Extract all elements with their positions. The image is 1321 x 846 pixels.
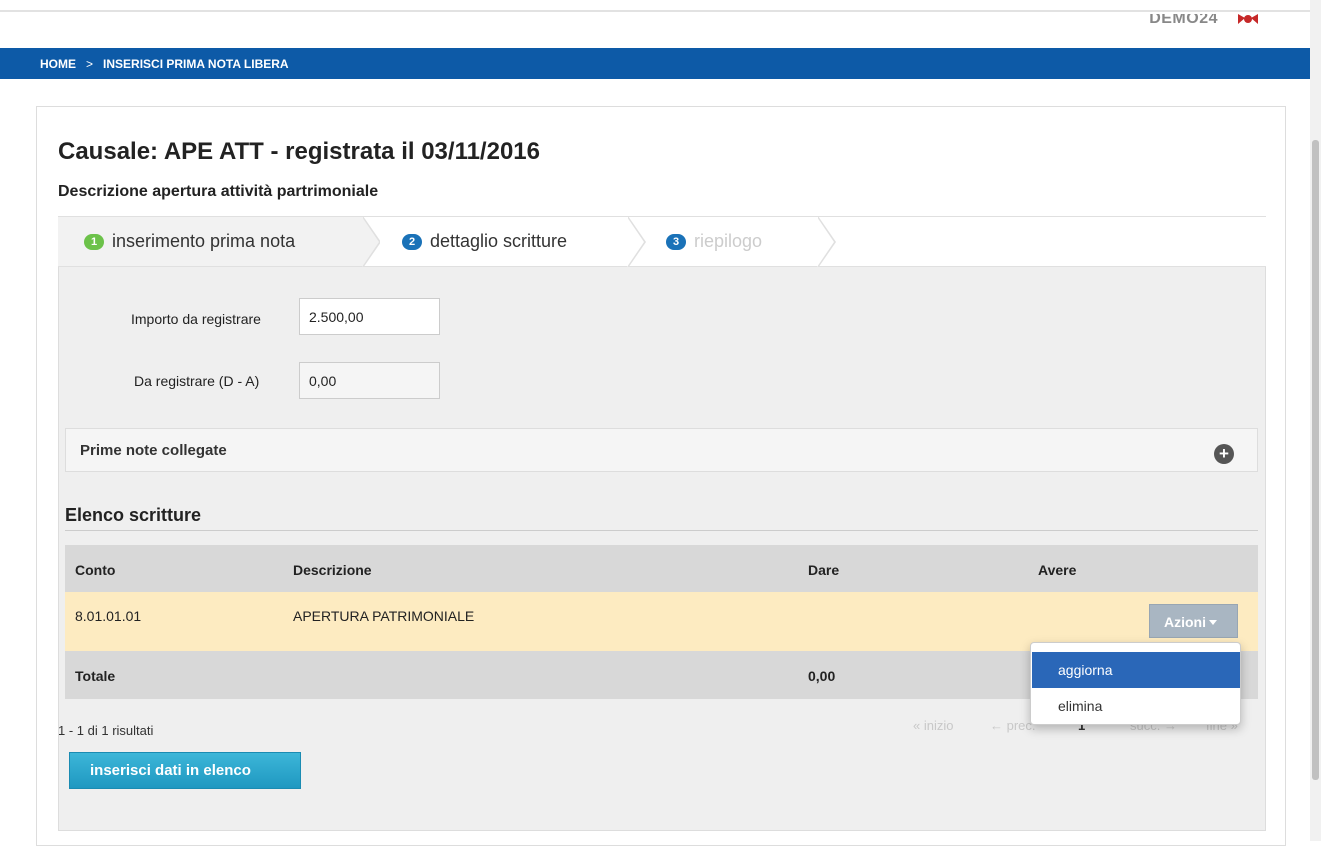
cell-conto: 8.01.01.01 <box>75 608 142 624</box>
step-label: dettaglio scritture <box>430 231 568 251</box>
step-arrow <box>627 217 644 267</box>
breadcrumb-separator: > <box>86 57 94 71</box>
page-subtitle: Descrizione apertura attività partrimoni… <box>58 183 379 200</box>
results-count: 1 - 1 di 1 risultati <box>58 723 154 738</box>
step-label: riepilogo <box>694 231 763 251</box>
step-arrow <box>362 217 379 267</box>
step-number-badge: 3 <box>666 234 686 250</box>
page-title: Causale: APE ATT - registrata il 03/11/2… <box>58 138 540 165</box>
section-title: Elenco scritture <box>65 505 202 525</box>
top-bar: DEMO24 <box>0 0 1310 48</box>
total-label: Totale <box>75 668 116 684</box>
user-name[interactable]: DEMO24 <box>1149 14 1218 28</box>
menu-item-elimina[interactable]: elimina <box>1032 688 1240 724</box>
step-arrow <box>817 217 834 267</box>
breadcrumb-home[interactable]: HOME <box>40 57 76 71</box>
importo-label: Importo da registrare <box>131 311 261 327</box>
breadcrumb: HOME > INSERISCI PRIMA NOTA LIBERA <box>0 48 1310 79</box>
table-header: Conto Descrizione Dare Avere <box>65 545 1258 592</box>
column-conto: Conto <box>75 562 116 578</box>
menu-item-aggiorna[interactable]: aggiorna <box>1032 652 1240 688</box>
step-dettaglio[interactable]: 2 dettaglio scritture <box>380 217 658 266</box>
da-registrare-field: 0,00 <box>299 362 440 399</box>
importo-input[interactable]: 2.500,00 <box>299 298 440 335</box>
insert-data-button[interactable]: inserisci dati in elenco <box>69 752 301 789</box>
user-icon[interactable] <box>1236 12 1260 26</box>
prime-note-collegate-header[interactable]: Prime note collegate <box>65 428 1258 472</box>
column-dare: Dare <box>808 562 840 578</box>
step-number-badge: 1 <box>84 234 104 250</box>
section-divider <box>65 530 1258 531</box>
step-label: inserimento prima nota <box>112 231 296 251</box>
column-avere: Avere <box>1038 562 1077 578</box>
caret-down-icon <box>1209 620 1217 625</box>
column-descrizione: Descrizione <box>293 562 372 578</box>
step-riepilogo: 3 riepilogo <box>658 217 818 266</box>
step-number-badge: 2 <box>402 234 422 250</box>
top-divider <box>0 10 1310 12</box>
collapsible-label: Prime note collegate <box>80 442 227 459</box>
cell-descrizione: APERTURA PATRIMONIALE <box>293 608 475 624</box>
azioni-button[interactable]: Azioni <box>1149 604 1238 638</box>
total-dare: 0,00 <box>808 668 836 684</box>
wizard-steps: 1 inserimento prima nota 2 dettaglio scrit… <box>58 216 1266 268</box>
scrollbar-thumb[interactable] <box>1312 140 1319 780</box>
azioni-dropdown-menu: aggiorna elimina <box>1030 642 1241 725</box>
breadcrumb-current: INSERISCI PRIMA NOTA LIBERA <box>103 57 289 71</box>
azioni-label: Azioni <box>1164 614 1206 630</box>
pager-prev: ← prec. <box>990 718 1036 733</box>
plus-icon[interactable]: + <box>1214 444 1234 464</box>
pager-first: « inizio <box>913 718 954 733</box>
page-scrollbar[interactable] <box>1310 0 1321 841</box>
step-inserimento[interactable]: 1 inserimento prima nota <box>58 217 363 266</box>
da-registrare-label: Da registrare (D - A) <box>134 373 260 389</box>
